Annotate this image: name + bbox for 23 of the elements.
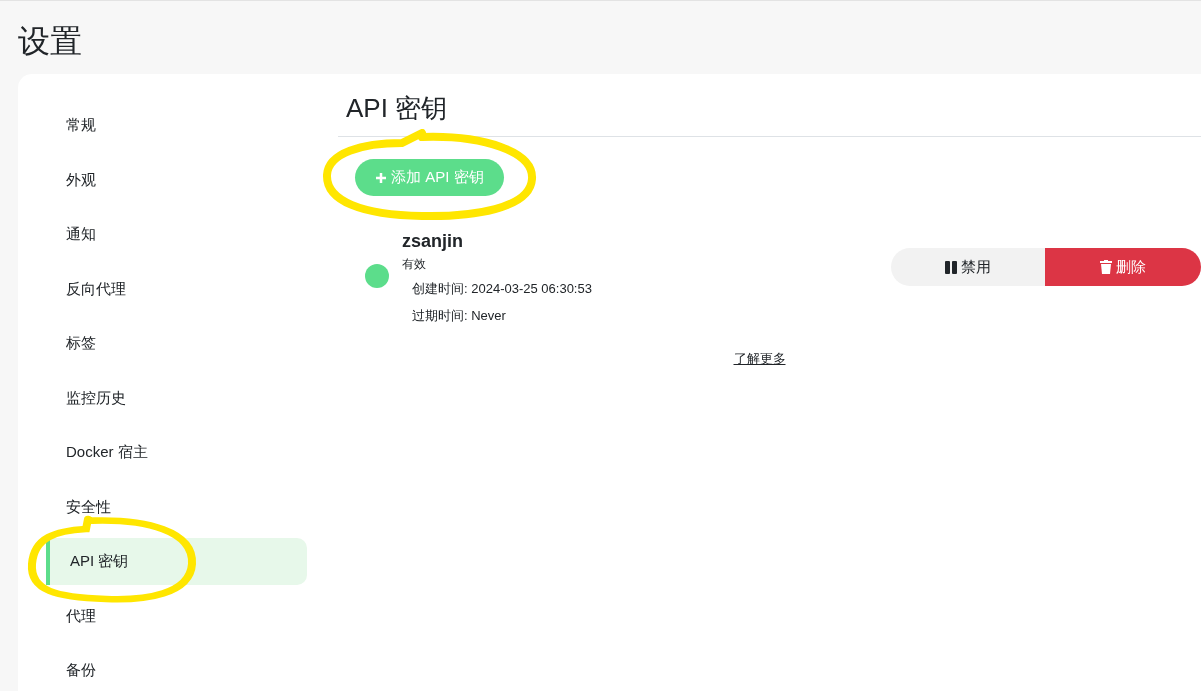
created-time: 创建时间: 2024-03-25 06:30:53 [412,280,592,298]
sidebar-item[interactable]: Docker 宿主 [46,429,307,476]
sidebar-item[interactable]: 外观 [46,156,307,204]
sidebar-item[interactable]: 安全性 [46,483,307,531]
key-name: zsanjin [402,230,464,252]
sidebar-item[interactable]: 标签 [46,320,307,367]
sidebar-item[interactable]: 监控历史 [46,374,307,422]
sidebar-item[interactable]: 常规 [46,102,307,149]
plus-icon [375,171,387,184]
section-title: API 密钥 [345,92,448,124]
trash-icon [1100,260,1112,274]
sidebar-item[interactable]: 代理 [46,592,307,640]
disable-button[interactable]: 禁用 [891,248,1045,286]
sidebar-item[interactable]: 备份 [46,647,307,691]
expiry-time: 过期时间: Never [412,306,507,325]
sidebar-item[interactable]: 反向代理 [46,265,307,313]
sidebar-item[interactable]: 通知 [46,211,307,258]
page-title: 设置 [18,22,82,61]
delete-button[interactable]: 删除 [1045,248,1201,286]
learn-more-link[interactable]: 了解更多 [733,349,786,369]
key-status: 有效 [402,256,427,273]
sidebar-item[interactable]: API 密钥 [46,538,307,585]
pause-icon [945,260,957,274]
